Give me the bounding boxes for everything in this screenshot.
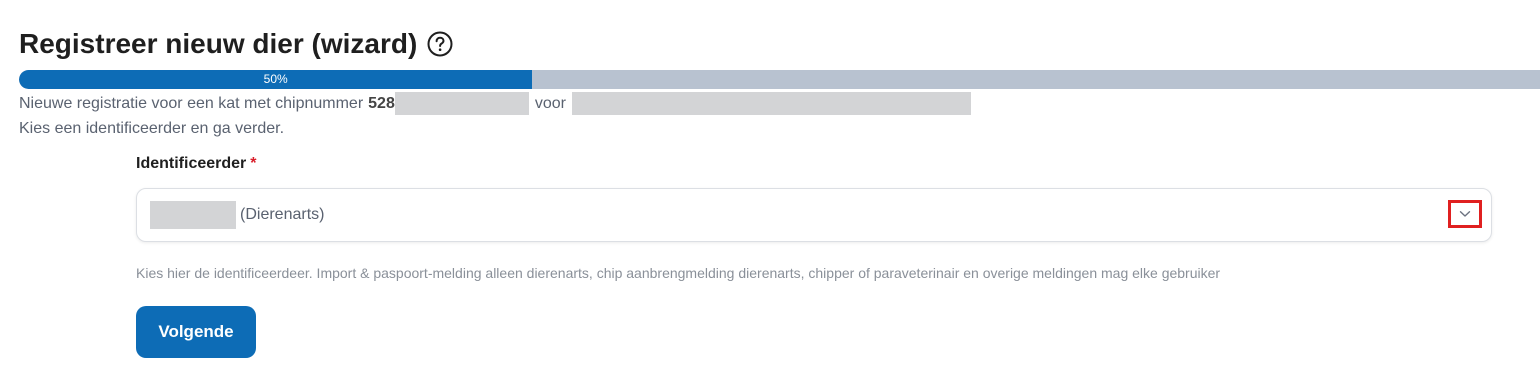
redacted-identifier-name [150,201,236,229]
identifier-selected-value: (Dierenarts) [240,206,325,223]
page-title: Registreer nieuw dier (wizard) [19,26,453,62]
redacted-owner-name [571,92,971,115]
intro-instruction: Kies een identificeerder en ga verder. [19,120,285,137]
identifier-select[interactable]: (Dierenarts) [136,188,1492,242]
identifier-label-text: Identificeerder [136,155,247,172]
next-button[interactable]: Volgende [136,306,256,358]
wizard-progress: 50% [19,70,1540,89]
question-circle-icon[interactable] [427,31,453,57]
chip-number-prefix: 528 [368,94,395,112]
redacted-chip-number [394,92,529,115]
intro-line: Nieuwe registratie voor een kat met chip… [19,92,971,115]
page-title-text: Registreer nieuw dier (wizard) [19,28,418,59]
intro-text: Nieuwe registratie voor een kat met chip… [19,94,364,112]
identifier-help-text: Kies hier de identificeerdeer. Import & … [136,265,1221,281]
identifier-dropdown-toggle[interactable] [1448,200,1482,228]
intro-for-word: voor [534,94,566,112]
chevron-down-icon [1459,210,1471,218]
progress-bar-fill: 50% [19,70,533,89]
required-marker: * [250,155,257,172]
identifier-label: Identificeerder * [136,155,257,173]
